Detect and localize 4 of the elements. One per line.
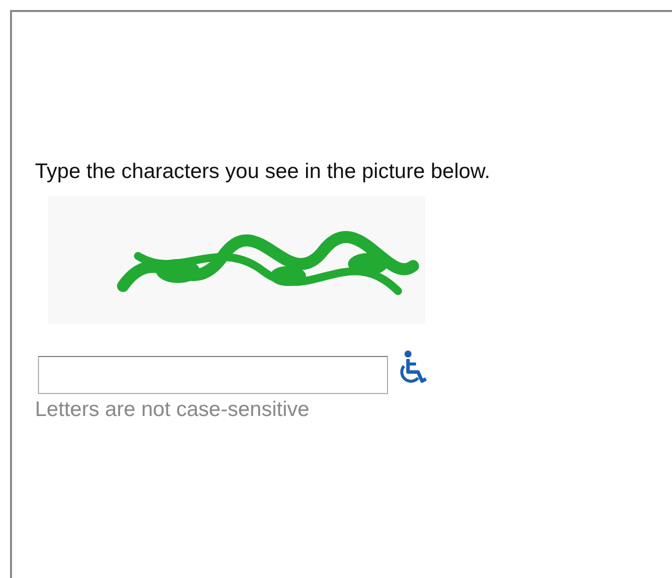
wheelchair-icon[interactable] — [400, 350, 428, 386]
hint-text: Letters are not case-sensitive — [35, 398, 310, 422]
answer-field[interactable] — [38, 356, 388, 394]
instruction-text: Type the characters you see in the picture below. — [35, 160, 492, 184]
